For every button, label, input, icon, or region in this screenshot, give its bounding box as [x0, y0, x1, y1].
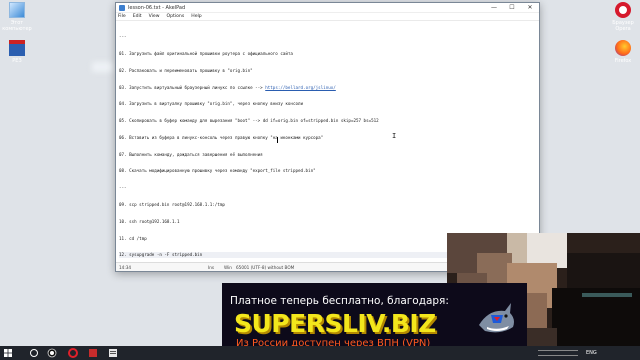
cursor-position: 14:34: [119, 265, 132, 270]
desktop-icon-label: Браузер Opera: [612, 20, 634, 32]
desktop-icon-label: Firefox: [614, 58, 632, 64]
menu-edit[interactable]: Edit: [133, 14, 142, 19]
editor-line: 09. scp stripped.bin root@192.168.1.1:/t…: [119, 202, 225, 207]
desktop-icon-label: РЕЗ: [12, 58, 22, 64]
editor-line: 02. Распаковать и переименовать прошивку…: [119, 67, 253, 73]
desktop-smudge: [92, 62, 114, 72]
taskbar: ENG: [0, 346, 640, 360]
text-editor-area[interactable]: --- 01. Загрузить файл оригинальной прош…: [116, 21, 539, 262]
insert-mode: Ins: [208, 265, 215, 270]
windows-start-icon[interactable]: [3, 348, 13, 358]
editor-line: 08. Скачать модифицированную прошивку че…: [119, 168, 316, 174]
akelpad-window[interactable]: lesson-06.txt - AkelPad — ☐ ✕ File Edit …: [115, 2, 540, 272]
firefox-desktop-icon[interactable]: Firefox: [608, 40, 638, 64]
text-caret: [277, 137, 278, 143]
promo-banner: Платное теперь бесплатно, благодаря: SUP…: [222, 283, 527, 353]
maximize-button[interactable]: ☐: [503, 3, 521, 13]
akelpad-app-icon: [119, 4, 125, 11]
editor-line: 04. Загрузить в виртуалку прошивку "orig…: [119, 101, 304, 107]
language-indicator[interactable]: ENG: [586, 350, 597, 356]
shark-mascot-icon: [479, 303, 514, 333]
editor-line: 05. Скопировать в буфер команду для выре…: [119, 118, 379, 124]
editor-line: 01. Загрузить файл оригинальной прошивки…: [119, 50, 293, 56]
banner-headline: Платное теперь бесплатно, благодаря:: [230, 295, 449, 307]
menu-options[interactable]: Options: [167, 14, 185, 19]
this-pc-desktop-icon[interactable]: Этот компьютер: [2, 2, 32, 32]
editor-line: 03. Запустить виртуальный браузерный лин…: [119, 85, 536, 91]
menu-file[interactable]: File: [118, 14, 126, 19]
opera-desktop-icon[interactable]: Браузер Opera: [608, 2, 638, 32]
opera-icon: [615, 2, 631, 18]
firefox-icon: [615, 40, 631, 56]
editor-line: 10. ssh root@192.168.1.1: [119, 218, 180, 224]
obs-record-icon[interactable]: [47, 348, 57, 358]
minimize-button[interactable]: —: [485, 3, 503, 13]
menu-help[interactable]: Help: [191, 14, 201, 19]
jslinux-link[interactable]: https://bellard.org/jslinux/: [265, 85, 336, 90]
tray-icons[interactable]: [538, 350, 578, 356]
document-desktop-icon[interactable]: РЕЗ: [2, 40, 32, 64]
file-icon: [9, 40, 25, 56]
menu-bar: File Edit View Options Help: [116, 13, 539, 21]
encoding: 65001 (UTF-8) without BOM: [236, 265, 295, 270]
editor-line: ---: [119, 34, 127, 40]
close-button[interactable]: ✕: [521, 3, 539, 13]
akelpad-taskbar-icon[interactable]: [108, 348, 118, 358]
editor-line: 06. Вставить из буфера в линукс-консоль …: [119, 134, 324, 140]
editor-line: ---: [119, 185, 127, 191]
window-title: lesson-06.txt - AkelPad: [128, 4, 186, 11]
line-ending: Win: [224, 265, 232, 270]
opera-taskbar-icon[interactable]: [68, 348, 78, 358]
computer-icon: [9, 2, 25, 18]
editor-line-text: 03. Запустить виртуальный браузерный лин…: [119, 84, 266, 90]
title-bar[interactable]: lesson-06.txt - AkelPad — ☐ ✕: [116, 3, 539, 13]
menu-view[interactable]: View: [149, 14, 160, 19]
desktop-icon-label: Этот компьютер: [2, 20, 32, 32]
editor-line: 07. Выполнить команду, дождаться заверше…: [119, 151, 263, 157]
banner-logo-text: SUPERSLIV.BIZ: [234, 309, 436, 338]
ibeam-cursor-icon: I: [392, 132, 397, 140]
app-taskbar-icon[interactable]: [88, 348, 98, 358]
search-circle-icon[interactable]: [29, 348, 39, 358]
